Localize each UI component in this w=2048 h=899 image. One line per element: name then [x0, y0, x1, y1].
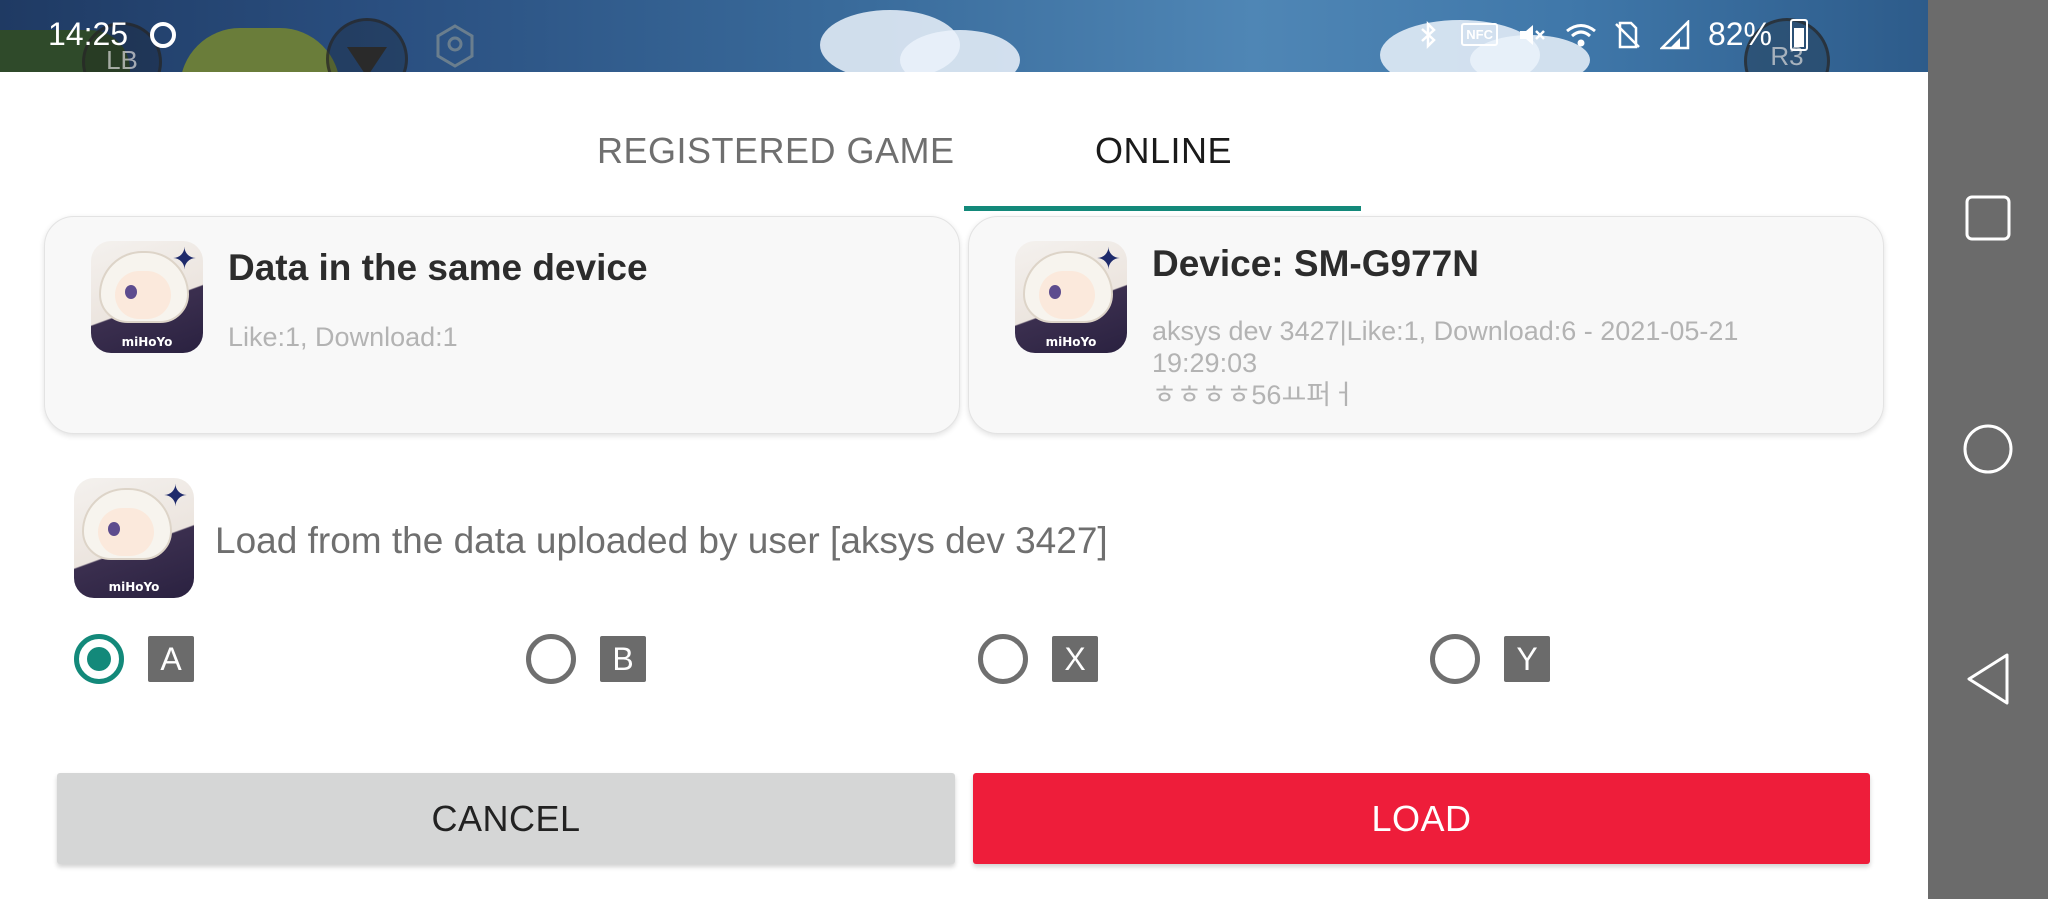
cancel-button[interactable]: CANCEL	[57, 773, 955, 864]
clock: 14:25	[48, 16, 129, 52]
hud-dpad-down-icon	[326, 18, 408, 72]
load-source-text: Load from the data uploaded by user [aks…	[215, 520, 1108, 561]
radio-y[interactable]	[1430, 634, 1480, 684]
card-title: Data in the same device	[228, 247, 648, 288]
recents-icon[interactable]	[1928, 158, 2048, 278]
status-icons: NFC 82%	[1413, 16, 1808, 53]
tab-online[interactable]: ONLINE	[1095, 130, 1232, 172]
load-button[interactable]: LOAD	[973, 773, 1870, 864]
button-a-label: A	[148, 636, 194, 682]
game-character-icon: ✦ miHoYo	[91, 241, 203, 353]
mute-icon	[1516, 20, 1546, 50]
card-title: Device: SM-G977N	[1152, 243, 1479, 284]
tab-registered-game[interactable]: REGISTERED GAME	[597, 130, 955, 172]
battery-percent: 82%	[1707, 16, 1772, 52]
card-stats: Like:1, Download:1	[228, 322, 458, 352]
card-timestamp: 19:29:03	[1152, 348, 1258, 378]
hud-map-icon	[432, 22, 478, 68]
signal-icon	[1658, 18, 1690, 50]
wifi-icon	[1564, 20, 1596, 50]
card-comment: ㅎㅎㅎㅎ56ㅛ퍼ㅓ	[1152, 380, 1356, 410]
no-sim-icon	[1612, 20, 1642, 50]
home-icon[interactable]	[1928, 389, 2048, 509]
status-bar: LB R3 14:25 NFC 82%	[0, 0, 1928, 72]
bluetooth-icon	[1413, 20, 1443, 50]
game-character-icon: ✦ miHoYo	[74, 478, 194, 598]
game-character-icon: ✦ miHoYo	[1015, 241, 1127, 353]
nfc-icon: NFC	[1461, 23, 1498, 46]
notification-dot-icon	[150, 22, 176, 48]
card-stats: aksys dev 3427|Like:1, Download:6 - 2021…	[1152, 316, 1739, 346]
button-b-label: B	[600, 636, 646, 682]
navigation-bar	[1928, 0, 2048, 899]
active-tab-indicator	[964, 206, 1361, 211]
tab-bar: REGISTERED GAME ONLINE	[0, 72, 1928, 212]
radio-b[interactable]	[526, 634, 576, 684]
back-icon[interactable]	[1928, 619, 2048, 739]
radio-a[interactable]	[74, 634, 124, 684]
online-device-data-card[interactable]: ✦ miHoYo Device: SM-G977N aksys dev 3427…	[968, 216, 1884, 434]
background-terrain	[180, 28, 340, 72]
button-y-label: Y	[1504, 636, 1550, 682]
battery-icon	[1790, 18, 1808, 51]
button-x-label: X	[1052, 636, 1098, 682]
same-device-data-card[interactable]: ✦ miHoYo Data in the same device Like:1,…	[44, 216, 960, 434]
radio-x[interactable]	[978, 634, 1028, 684]
